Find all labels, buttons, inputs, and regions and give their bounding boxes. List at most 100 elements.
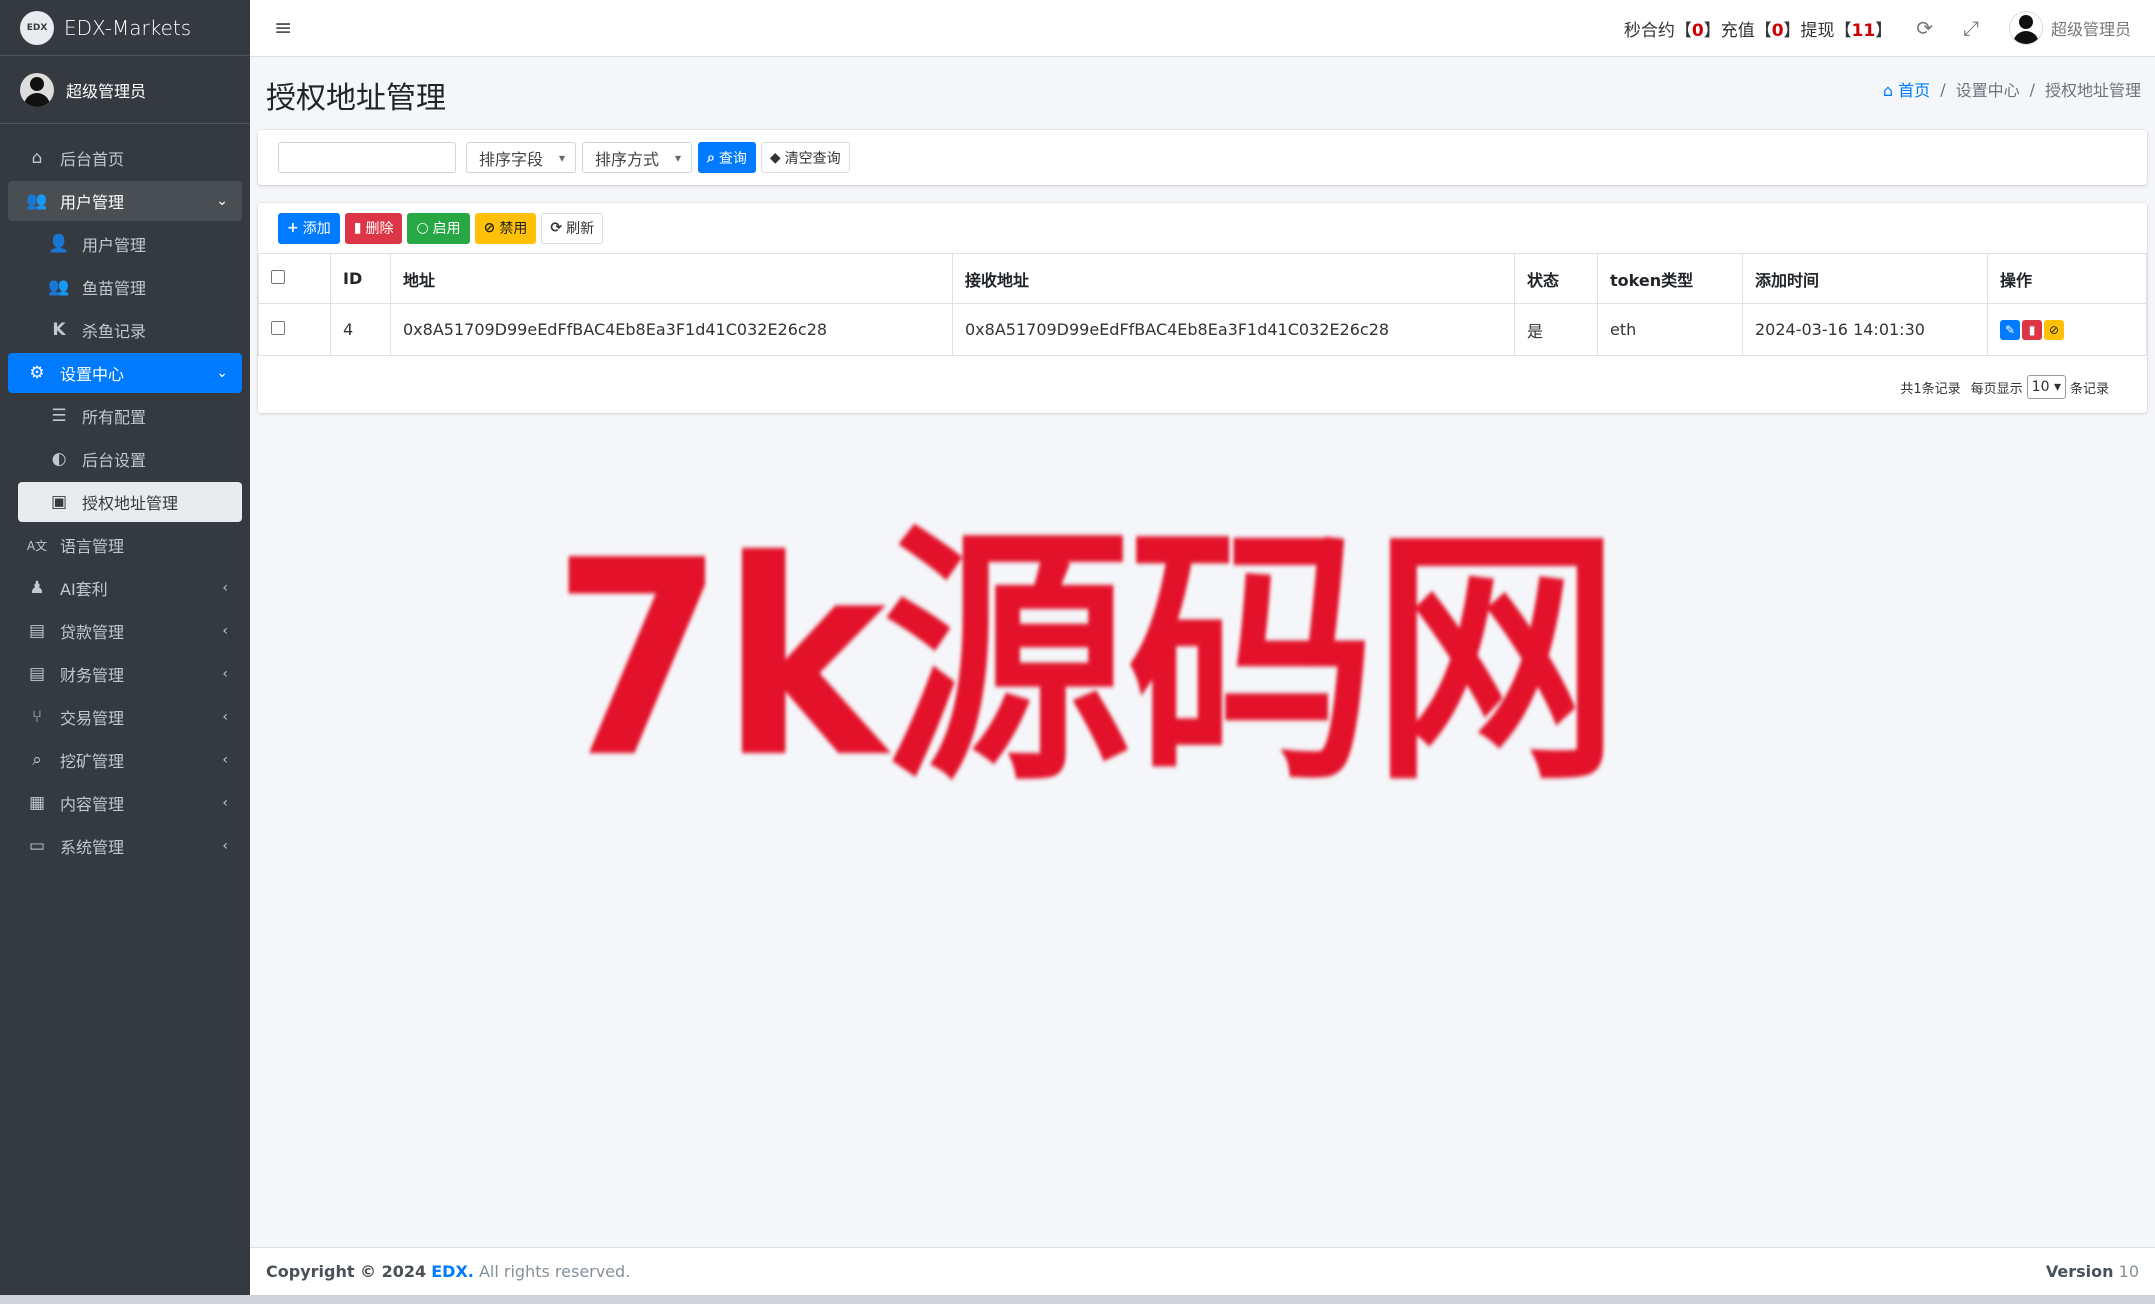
add-button[interactable]: + 添加 xyxy=(278,212,340,244)
sidebar-item-system[interactable]: ▭ 系统管理 ‹ xyxy=(8,826,242,866)
menu-toggle-icon[interactable]: ≡ xyxy=(274,16,292,41)
sidebar-item-all-config[interactable]: ☰ 所有配置 xyxy=(18,396,242,436)
total-records: 共1条记录 xyxy=(1900,381,1961,397)
breadcrumb-home[interactable]: ⌂ 首页 xyxy=(1883,77,1930,101)
delete-button-label: 删除 xyxy=(365,221,394,237)
table-toolbar: + 添加 ▮ 删除 ○ 启用 ⊘ 禁用 ⟳ 刷新 xyxy=(258,203,2147,253)
sidebar-item-backend-settings[interactable]: ◐ 后台设置 xyxy=(18,439,242,479)
data-table: ID 地址 接收地址 状态 token类型 添加时间 操作 4 0x8A5170… xyxy=(258,253,2147,356)
sidebar-item-label: AI套利 xyxy=(60,580,108,599)
sidebar-item-loan[interactable]: ▤ 贷款管理 ‹ xyxy=(8,611,242,651)
sidebar-item-home[interactable]: ⌂ 后台首页 xyxy=(8,138,242,178)
bottom-strip xyxy=(0,1295,2155,1304)
sidebar-item-label: 贷款管理 xyxy=(60,623,125,642)
row-checkbox[interactable] xyxy=(271,321,285,335)
clear-query-button[interactable]: ◆ 清空查询 xyxy=(760,142,850,173)
chevron-left-icon: ‹ xyxy=(222,580,228,596)
copyright-text: Copyright © 2024 xyxy=(266,1262,427,1281)
breadcrumb-settings[interactable]: 设置中心 xyxy=(1956,77,2020,101)
chevron-left-icon: ‹ xyxy=(222,709,228,725)
admin-name[interactable]: 超级管理员 xyxy=(2051,16,2131,40)
home-icon: ⌂ xyxy=(31,148,43,168)
sort-field-select[interactable]: 排序字段 xyxy=(466,142,577,173)
chevron-left-icon: ‹ xyxy=(222,752,228,768)
sidebar-item-kill-fish[interactable]: K 杀鱼记录 xyxy=(18,310,242,350)
stats-label-contract: 秒合约【 xyxy=(1623,20,1692,41)
plus-icon: + xyxy=(287,220,299,236)
sidebar-item-ai-arbitrage[interactable]: ♟ AI套利 ‹ xyxy=(8,568,242,608)
sidebar-item-mining[interactable]: ⌕ 挖矿管理 ‹ xyxy=(8,740,242,780)
brand-link[interactable]: EDX EDX-Markets xyxy=(0,0,250,56)
sidebar-item-label: 后台设置 xyxy=(82,451,147,470)
pending-stats[interactable]: 秒合约【0】充值【0】提现【11】 xyxy=(1624,16,1892,41)
sidebar-nav: ⌂ 后台首页 👥 用户管理 ⌄ 👤 用户管理 👥 鱼苗管理 K 杀鱼记录 ⚙ 设… xyxy=(0,124,250,866)
stats-suffix: 】 xyxy=(1875,20,1893,41)
sidebar-item-label: 用户管理 xyxy=(82,236,147,255)
search-card: 排序字段 排序方式 ⌕ 查询 ◆ 清空查询 xyxy=(258,130,2147,185)
sidebar-item-label: 后台首页 xyxy=(60,150,125,169)
language-icon: A文 xyxy=(26,538,48,553)
address-book-icon: ▣ xyxy=(50,492,68,512)
sidebar-item-trade[interactable]: ⑂ 交易管理 ‹ xyxy=(8,697,242,737)
col-header-address[interactable]: 地址 xyxy=(390,253,953,304)
breadcrumb: ⌂ 首页 / 设置中心 / 授权地址管理 xyxy=(1883,77,2141,101)
sidebar-item-label: 所有配置 xyxy=(82,408,147,427)
sidebar-item-user-mgmt-sub[interactable]: 👤 用户管理 xyxy=(18,224,242,264)
sort-order-select[interactable]: 排序方式 xyxy=(582,142,693,173)
col-header-status[interactable]: 状态 xyxy=(1514,253,1598,304)
avatar[interactable] xyxy=(2008,11,2043,45)
edit-icon[interactable]: ✎ xyxy=(2000,320,2020,340)
col-header-token-type[interactable]: token类型 xyxy=(1597,253,1743,304)
money-icon: ▤ xyxy=(28,664,46,684)
sidebar-user-panel[interactable]: 超级管理员 xyxy=(0,56,250,124)
sidebar-item-user-mgmt[interactable]: 👥 用户管理 ⌄ xyxy=(8,181,242,221)
sidebar-item-label: 用户管理 xyxy=(60,193,125,212)
stats-count-withdraw: 11 xyxy=(1851,20,1876,41)
select-all-checkbox[interactable] xyxy=(271,270,285,284)
refresh-icon[interactable]: ⟳ xyxy=(1916,16,1933,40)
refresh-button[interactable]: ⟳ 刷新 xyxy=(541,212,604,244)
col-header-receive-address[interactable]: 接收地址 xyxy=(952,253,1515,304)
refresh-icon: ⟳ xyxy=(550,220,563,236)
k-icon: K xyxy=(52,320,66,340)
add-button-label: 添加 xyxy=(302,221,331,237)
breadcrumb-separator: / xyxy=(1940,79,1946,99)
stats-label-withdraw: 】提现【 xyxy=(1783,20,1852,41)
sidebar-item-finance[interactable]: ▤ 财务管理 ‹ xyxy=(8,654,242,694)
query-button-label: 查询 xyxy=(718,150,747,167)
enable-button-label: 启用 xyxy=(432,221,461,237)
cell-receive-address: 0x8A51709D99eEdFfBAC4Eb8Ea3F1d41C032E26c… xyxy=(952,303,1515,356)
fullscreen-icon[interactable]: ⤢ xyxy=(1963,16,1979,40)
disable-button[interactable]: ⊘ 禁用 xyxy=(474,212,537,244)
footer: Copyright © 2024 EDX. All rights reserve… xyxy=(250,1247,2155,1295)
brand-name: EDX-Markets xyxy=(64,15,192,40)
enable-button[interactable]: ○ 启用 xyxy=(407,212,470,244)
chevron-down-icon: ⌄ xyxy=(216,193,228,209)
select-all-cell xyxy=(258,253,331,304)
table-row[interactable]: 4 0x8A51709D99eEdFfBAC4Eb8Ea3F1d41C032E2… xyxy=(258,303,2147,356)
query-button[interactable]: ⌕ 查询 xyxy=(698,142,756,173)
version-label: Version xyxy=(2045,1262,2114,1281)
trash-icon[interactable]: ▮ xyxy=(2022,320,2042,340)
search-input[interactable] xyxy=(278,142,456,173)
per-page-label: 每页显示 xyxy=(1970,381,2023,397)
sidebar-item-language[interactable]: A文 语言管理 xyxy=(8,525,242,565)
col-header-id[interactable]: ID xyxy=(330,253,391,304)
ban-icon[interactable]: ⊘ xyxy=(2044,320,2064,340)
delete-button[interactable]: ▮ 删除 xyxy=(344,212,403,244)
sidebar-item-settings[interactable]: ⚙ 设置中心 ⌄ xyxy=(8,353,242,393)
footer-brand-link[interactable]: EDX. xyxy=(431,1262,474,1281)
per-page-select[interactable]: 10 ▾ xyxy=(2026,375,2066,399)
sidebar-item-content[interactable]: ▦ 内容管理 ‹ xyxy=(8,783,242,823)
newspaper-icon: ▦ xyxy=(28,793,46,813)
breadcrumb-home-label: 首页 xyxy=(1898,81,1931,100)
row-select-cell xyxy=(258,303,331,356)
users-icon: 👥 xyxy=(26,191,48,211)
sidebar-user-name: 超级管理员 xyxy=(66,81,147,101)
sidebar-item-label: 系统管理 xyxy=(60,838,125,857)
sidebar-item-auth-address[interactable]: ▣ 授权地址管理 xyxy=(18,482,242,522)
col-header-created-at[interactable]: 添加时间 xyxy=(1742,253,1988,304)
sidebar-item-label: 授权地址管理 xyxy=(82,494,179,513)
sidebar-item-fish-mgmt[interactable]: 👥 鱼苗管理 xyxy=(18,267,242,307)
cell-actions: ✎ ▮ ⊘ xyxy=(1987,303,2147,356)
